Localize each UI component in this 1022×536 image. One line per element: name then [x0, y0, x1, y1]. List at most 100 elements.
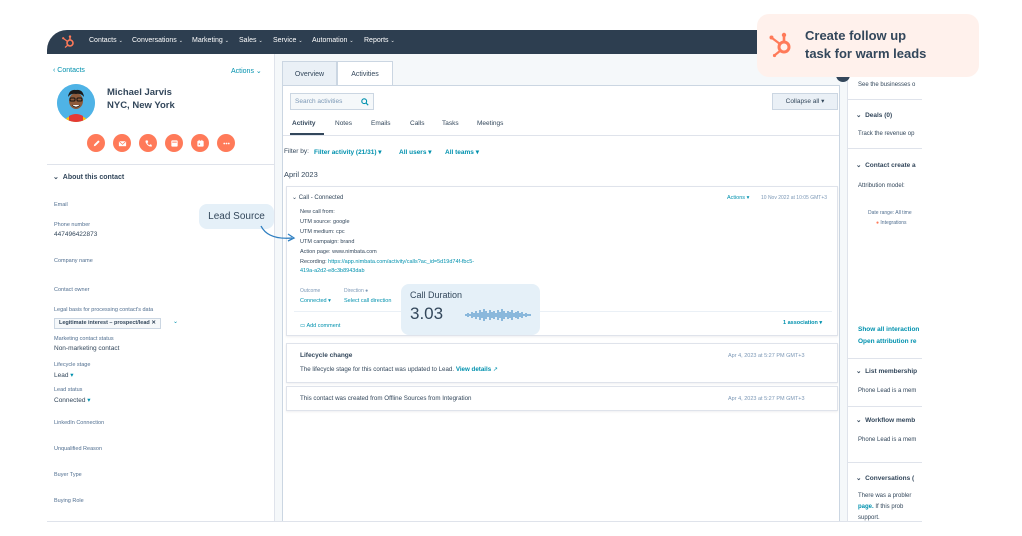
add-comment-button[interactable]: ▭ Add comment	[300, 323, 340, 329]
lead-status-select[interactable]: Connected ▾	[54, 396, 91, 404]
businesses-text: See the businesses o	[858, 82, 916, 88]
filter-activity-dropdown[interactable]: Filter activity (21/31) ▾	[314, 148, 382, 156]
email-button[interactable]	[113, 134, 131, 152]
lifecycle-change-card[interactable]: Lifecycle change Apr 4, 2023 at 5:27 PM …	[286, 343, 838, 383]
deals-section-toggle[interactable]: ⌄ Deals (0)	[856, 111, 892, 119]
outcome-label: Outcome	[300, 288, 321, 294]
marketing-status-value[interactable]: Non-marketing contact	[54, 345, 119, 352]
email-label: Email	[54, 202, 68, 208]
more-icon	[222, 142, 230, 144]
subtab-emails[interactable]: Emails	[371, 120, 391, 127]
attribution-model-label: Attribution model:	[858, 183, 905, 189]
call-detail-line: UTM campaign: brand	[300, 239, 355, 245]
recording-link-continued[interactable]: 419a-a2d2-e8c3b8943dab	[300, 268, 365, 274]
task-button[interactable]	[165, 134, 183, 152]
subtab-meetings[interactable]: Meetings	[477, 120, 503, 127]
nav-conversations[interactable]: Conversations ⌄	[132, 37, 183, 44]
call-detail-line: New call from:	[300, 209, 335, 215]
subtab-notes[interactable]: Notes	[335, 120, 352, 127]
show-all-interactions-link[interactable]: Show all interaction	[858, 326, 919, 333]
nav-automation[interactable]: Automation ⌄	[312, 37, 354, 44]
call-button[interactable]	[139, 134, 157, 152]
open-attribution-report-link[interactable]: Open attribution re	[858, 338, 917, 345]
contact-name: Michael Jarvis	[107, 87, 172, 98]
follow-up-task-callout: Create follow up task for warm leads	[757, 14, 979, 77]
nav-reports[interactable]: Reports ⌄	[364, 37, 395, 44]
filter-teams-dropdown[interactable]: All teams ▾	[445, 148, 479, 156]
linkedin-label: LinkedIn Connection	[54, 420, 105, 426]
chevron-down-icon: ⌄	[224, 38, 229, 44]
contact-actions-menu[interactable]: Actions ⌄	[231, 67, 262, 75]
workflow-section-toggle[interactable]: ⌄ Workflow memb	[856, 416, 915, 424]
more-button[interactable]	[217, 134, 235, 152]
list-membership-section-toggle[interactable]: ⌄ List membership	[856, 367, 917, 375]
nav-service[interactable]: Service ⌄	[273, 37, 303, 44]
subtab-divider	[283, 135, 839, 136]
recording-line[interactable]: Recording: https://app.nimbata.com/activ…	[300, 259, 474, 265]
divider	[848, 406, 922, 407]
chevron-down-icon: ⌄	[178, 38, 183, 44]
card-divider	[294, 311, 832, 312]
contact-create-section-toggle[interactable]: ⌄ Contact create a	[856, 161, 916, 169]
legal-basis-dropdown[interactable]: ⌄	[173, 318, 178, 325]
marketing-status-label: Marketing contact status	[54, 336, 114, 342]
association-dropdown[interactable]: 1 association ▾	[783, 320, 822, 326]
about-section-toggle[interactable]: ⌄ About this contact	[53, 173, 124, 181]
callout-line: Create follow up	[805, 28, 907, 43]
back-to-contacts-link[interactable]: ‹ Contacts	[53, 67, 85, 74]
chevron-down-icon: ⌄	[856, 417, 862, 424]
hubspot-sprocket-icon	[769, 32, 791, 58]
chevron-down-icon: ⌄	[292, 195, 298, 201]
conversations-section-toggle[interactable]: ⌄ Conversations (	[856, 474, 914, 482]
call-detail-line: UTM source: google	[300, 219, 350, 225]
avatar[interactable]	[57, 84, 95, 122]
contact-location: NYC, New York	[107, 100, 175, 111]
legal-basis-tag[interactable]: Legitimate interest – prospect/lead ✕	[54, 318, 161, 329]
call-duration-callout: Call Duration 3.03	[401, 284, 540, 335]
subtab-tasks[interactable]: Tasks	[442, 120, 459, 127]
subtab-calls[interactable]: Calls	[410, 120, 424, 127]
direction-select[interactable]: Select call direction	[344, 298, 391, 304]
call-card-title[interactable]: ⌄ Call - Connected	[292, 194, 343, 201]
collapse-all-button[interactable]: Collapse all ▾	[772, 93, 838, 110]
quick-actions	[87, 134, 235, 152]
legal-basis-label: Legal basis for processing contact's dat…	[54, 307, 154, 313]
meeting-button[interactable]	[191, 134, 209, 152]
outcome-select[interactable]: Connected ▾	[300, 298, 331, 304]
workflow-text: Phone Lead is a mem	[858, 437, 917, 443]
unqualified-reason-label: Unqualified Reason	[54, 446, 103, 452]
search-input[interactable]: Search activities	[290, 93, 374, 110]
search-icon	[361, 98, 369, 106]
audio-waveform-icon	[465, 309, 531, 321]
call-card-actions[interactable]: Actions ▾	[727, 195, 749, 201]
person-illustration-icon	[57, 84, 95, 122]
subtab-activity[interactable]: Activity	[292, 120, 315, 127]
info-icon: ●	[365, 288, 369, 294]
phone-value[interactable]: 447496422873	[54, 231, 97, 238]
lifecycle-select[interactable]: Lead ▾	[54, 371, 74, 379]
caret-down-icon: ▾	[70, 372, 74, 379]
nav-marketing[interactable]: Marketing ⌄	[192, 37, 229, 44]
tab-overview[interactable]: Overview	[282, 61, 337, 86]
call-activity-card[interactable]: ⌄ Call - Connected Actions ▾ 10 Nov 2022…	[286, 186, 838, 336]
integrations-legend: ● Integrations	[876, 220, 907, 226]
divider	[848, 462, 922, 463]
conversations-page-link[interactable]: page.	[858, 504, 874, 510]
tab-activities[interactable]: Activities	[337, 61, 393, 86]
lifecycle-label: Lifecycle stage	[54, 362, 91, 368]
close-icon[interactable]: ✕	[151, 320, 156, 326]
divider	[848, 99, 922, 100]
contact-sidebar: ‹ Contacts Actions ⌄ Michael Jarvis NYC,…	[47, 54, 275, 521]
lifecycle-card-timestamp: Apr 4, 2023 at 5:27 PM GMT+3	[728, 353, 805, 359]
view-details-link[interactable]: View details	[456, 366, 491, 373]
chevron-down-icon: ⌄	[258, 38, 263, 44]
contact-created-card[interactable]: This contact was created from Offline So…	[286, 386, 838, 411]
nav-sales[interactable]: Sales ⌄	[239, 37, 263, 44]
chevron-down-icon: ⌄	[856, 112, 862, 119]
note-button[interactable]	[87, 134, 105, 152]
hubspot-logo-icon[interactable]	[61, 35, 75, 49]
divider	[848, 148, 922, 149]
nav-contacts[interactable]: Contacts ⌄	[89, 37, 123, 44]
direction-label: Direction ●	[344, 288, 369, 294]
filter-users-dropdown[interactable]: All users ▾	[399, 148, 432, 156]
